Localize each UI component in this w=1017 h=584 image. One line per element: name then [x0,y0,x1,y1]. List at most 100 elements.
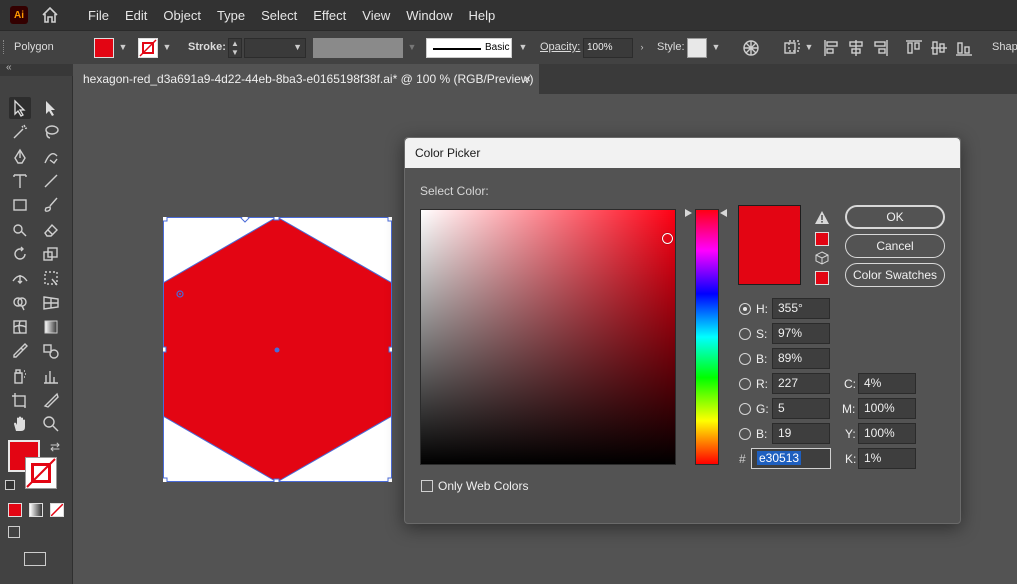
menu-object[interactable]: Object [155,8,209,23]
menu-effect[interactable]: Effect [305,8,354,23]
selection-tool-icon[interactable] [9,97,31,119]
saturation-input[interactable]: 97% [772,323,830,344]
cyan-input[interactable]: 4% [858,373,916,394]
web-safe-color-swatch[interactable] [815,271,829,285]
menu-help[interactable]: Help [460,8,503,23]
blend-tool-icon[interactable] [40,340,62,362]
menu-type[interactable]: Type [209,8,253,23]
cancel-button[interactable]: Cancel [845,234,945,258]
artboard-tool-icon[interactable] [9,389,31,411]
black-input[interactable]: 1% [858,448,916,469]
chevron-right-icon[interactable]: › [635,36,649,58]
slice-tool-icon[interactable] [40,389,62,411]
hex-input[interactable]: e30513 [751,448,831,469]
default-colors-icon[interactable] [5,480,15,490]
stroke-swatch[interactable] [25,457,57,489]
brightness-input[interactable]: 89% [772,348,830,369]
gradient-mode-icon[interactable] [29,503,43,517]
chevron-down-icon[interactable]: ▼ [405,36,419,58]
magenta-input[interactable]: 100% [858,398,916,419]
chevron-down-icon[interactable]: ▼ [116,36,130,58]
only-web-colors-checkbox[interactable] [421,480,433,492]
chevron-down-icon[interactable]: ▼ [516,36,530,58]
menu-window[interactable]: Window [398,8,460,23]
g-radio[interactable] [739,403,751,415]
align-horizontal-center-icon[interactable] [848,39,864,60]
hue-slider-right-handle[interactable] [720,209,727,217]
blue-radio[interactable] [739,428,751,440]
document-tab[interactable]: hexagon-red_d3a691a9-4d22-44eb-8ba3-e016… [74,64,539,94]
green-input[interactable]: 5 [772,398,830,419]
color-swatches-button[interactable]: Color Swatches [845,263,945,287]
stroke-color-swatch[interactable] [138,38,158,58]
column-graph-tool-icon[interactable] [40,365,62,387]
r-radio[interactable] [739,378,751,390]
rotate-tool-icon[interactable] [9,243,31,265]
h-radio[interactable] [739,303,751,315]
opacity-input[interactable]: 100% [583,38,633,58]
paintbrush-tool-icon[interactable] [40,194,62,216]
hue-slider[interactable] [695,209,719,465]
b-radio[interactable] [739,353,751,365]
rectangle-tool-icon[interactable] [9,194,31,216]
hexagon-shape[interactable] [160,213,395,485]
width-tool-icon[interactable] [9,267,31,289]
saturation-brightness-field[interactable] [420,209,676,465]
menu-select[interactable]: Select [253,8,305,23]
out-of-gamut-warning-icon[interactable] [814,210,830,228]
chevron-down-icon[interactable]: ▼ [709,36,723,58]
web-safe-warning-icon[interactable] [815,251,829,268]
blue-input[interactable]: 19 [772,423,830,444]
color-field-marker[interactable] [662,233,673,244]
hue-input[interactable]: 355° [772,298,830,319]
none-mode-icon[interactable] [50,503,64,517]
zoom-tool-icon[interactable] [40,413,62,435]
free-transform-tool-icon[interactable] [40,267,62,289]
stroke-weight-input[interactable]: ▼ [244,38,306,58]
color-mode-icon[interactable] [8,503,22,517]
direct-selection-tool-icon[interactable] [40,97,62,119]
recolor-artwork-icon[interactable] [742,39,760,60]
align-top-icon[interactable] [905,39,923,60]
line-segment-tool-icon[interactable] [40,170,62,192]
variable-width-profile[interactable] [313,38,403,58]
eyedropper-tool-icon[interactable] [9,340,31,362]
curvature-tool-icon[interactable] [40,146,62,168]
menu-file[interactable]: File [80,8,117,23]
align-vertical-center-icon[interactable] [930,39,948,60]
eraser-tool-icon[interactable] [40,219,62,241]
shaper-tool-icon[interactable] [9,219,31,241]
red-input[interactable]: 227 [772,373,830,394]
panel-grip[interactable] [3,40,6,54]
pen-tool-icon[interactable] [9,146,31,168]
chevron-down-icon[interactable]: ▼ [160,36,174,58]
type-tool-icon[interactable] [9,170,31,192]
collapse-icon[interactable]: « [6,62,12,73]
lasso-tool-icon[interactable] [40,121,62,143]
gamut-color-swatch[interactable] [815,232,829,246]
hue-slider-left-handle[interactable] [685,209,692,217]
symbol-sprayer-tool-icon[interactable] [9,365,31,387]
opacity-label[interactable]: Opacity: [540,41,580,53]
magic-wand-tool-icon[interactable] [9,121,31,143]
scale-tool-icon[interactable] [40,243,62,265]
draw-mode-icon[interactable] [8,526,20,538]
menu-view[interactable]: View [354,8,398,23]
ok-button[interactable]: OK [845,205,945,229]
swap-fill-stroke-icon[interactable]: ⇄ [50,440,60,454]
align-bottom-icon[interactable] [955,39,973,60]
shape-mode-icon[interactable] [783,39,803,60]
shape-builder-tool-icon[interactable] [9,292,31,314]
close-icon[interactable]: × [523,71,531,86]
align-right-icon[interactable] [873,39,889,60]
gradient-tool-icon[interactable] [40,316,62,338]
menu-edit[interactable]: Edit [117,8,155,23]
s-radio[interactable] [739,328,751,340]
brush-definition[interactable]: Basic [426,38,512,58]
home-icon[interactable] [40,5,60,25]
align-left-icon[interactable] [823,39,839,60]
hand-tool-icon[interactable] [9,413,31,435]
shape-label[interactable]: Shape [992,41,1017,53]
graphic-style-swatch[interactable] [687,38,707,58]
perspective-grid-tool-icon[interactable] [40,292,62,314]
